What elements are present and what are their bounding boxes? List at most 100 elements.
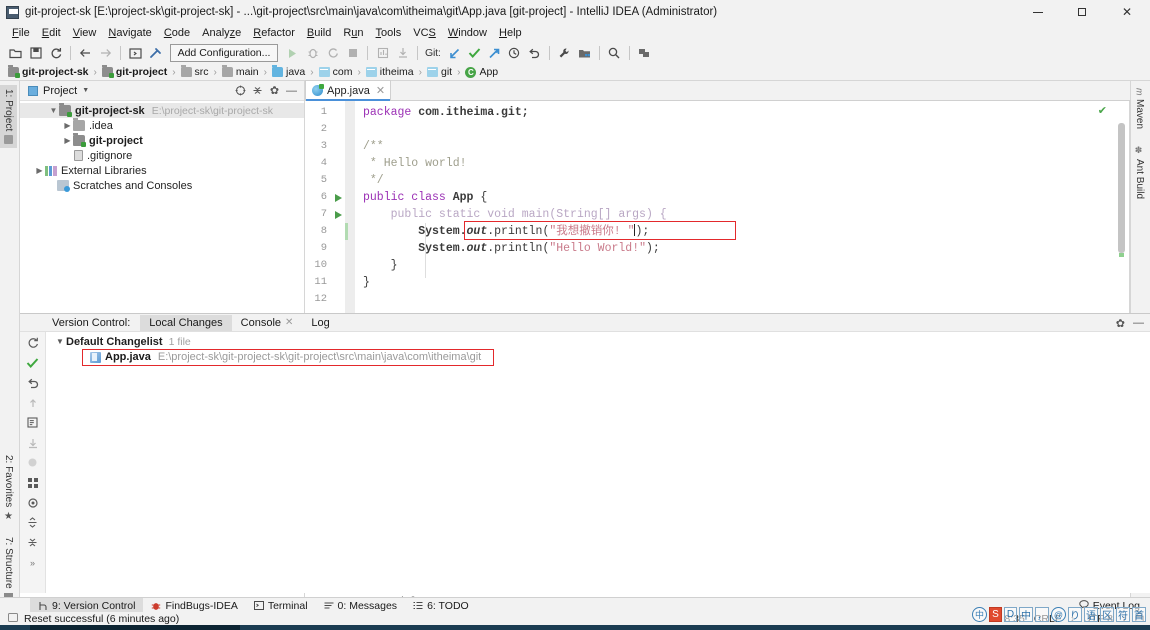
hide-panel-icon[interactable]: — [1133, 317, 1144, 329]
refresh-icon[interactable] [24, 335, 42, 350]
menu-refactor[interactable]: Refactor [247, 26, 301, 40]
tab-console[interactable]: Console ✕ [232, 315, 303, 331]
collapse-all-icon[interactable] [249, 82, 266, 99]
diff-icon[interactable] [24, 415, 42, 430]
profiler-icon[interactable] [373, 44, 392, 63]
locate-icon[interactable] [232, 82, 249, 99]
chevron-down-icon[interactable]: ▼ [82, 87, 89, 94]
breadcrumb-item-itheima[interactable]: itheima [365, 66, 414, 78]
ime-region-button[interactable]: 区 [1100, 607, 1114, 622]
close-button[interactable]: ✕ [1104, 0, 1150, 24]
changed-line-marker[interactable] [345, 223, 348, 240]
save-all-icon[interactable] [26, 44, 45, 63]
menu-edit[interactable]: Edit [36, 26, 67, 40]
tree-item-git-project[interactable]: ▶ git-project [20, 133, 304, 148]
rollback-icon[interactable] [24, 375, 42, 390]
more-icon[interactable]: » [24, 555, 42, 570]
settings-wrench-icon[interactable] [555, 44, 574, 63]
git-push-icon[interactable] [485, 44, 504, 63]
menu-navigate[interactable]: Navigate [102, 26, 157, 40]
revert-icon[interactable] [525, 44, 544, 63]
ime-sogou-d-icon[interactable]: D [1004, 607, 1017, 622]
ime-language-tool-button[interactable]: 语 [1084, 607, 1098, 622]
chevron-right-icon[interactable]: ▶ [62, 133, 73, 148]
search-everywhere-icon[interactable] [605, 44, 624, 63]
run-icon[interactable] [283, 44, 302, 63]
move-to-changelist-icon[interactable] [24, 475, 42, 490]
breadcrumb-item-app[interactable]: C App [465, 66, 498, 78]
debug-icon[interactable] [303, 44, 322, 63]
menu-window[interactable]: Window [442, 26, 493, 40]
menu-view[interactable]: View [67, 26, 103, 40]
settings-gear-icon[interactable]: ✿ [1116, 317, 1125, 330]
run-coverage-icon[interactable] [323, 44, 342, 63]
menu-file[interactable]: File [6, 26, 36, 40]
changed-file-row[interactable]: App.java E:\project-sk\git-project-sk\gi… [46, 349, 1150, 365]
preview-diff-icon[interactable] [24, 495, 42, 510]
menu-build[interactable]: Build [301, 26, 337, 40]
breadcrumb-item-git[interactable]: git [427, 66, 452, 78]
collapse-all-icon[interactable] [24, 535, 42, 550]
expand-all-icon[interactable] [24, 515, 42, 530]
menu-analyze[interactable]: Analyze [196, 26, 247, 40]
menu-run[interactable]: Run [337, 26, 369, 40]
tree-item-git-project-sk[interactable]: ▼ git-project-sk E:\project-sk\git-proje… [20, 103, 304, 118]
tree-item-gitignore[interactable]: .gitignore [20, 148, 304, 163]
run-configuration-selector[interactable]: Add Configuration... [170, 44, 278, 62]
close-icon[interactable]: ✕ [376, 84, 385, 97]
build-hammer-icon[interactable] [146, 44, 165, 63]
sidebar-item-maven[interactable]: m Maven [1131, 85, 1148, 132]
run-method-marker[interactable] [331, 206, 345, 223]
breadcrumb-item-main[interactable]: main [221, 65, 259, 78]
editor-tab-appjava[interactable]: App.java ✕ [305, 80, 392, 101]
breadcrumb-item-java[interactable]: java [272, 65, 305, 78]
stop-icon[interactable] [343, 44, 362, 63]
shelve-icon[interactable] [24, 395, 42, 410]
settings-gear-icon[interactable]: ✿ [266, 82, 283, 99]
menu-code[interactable]: Code [158, 26, 196, 40]
ime-language-button[interactable]: 中 [972, 607, 987, 622]
forward-arrow-icon[interactable] [96, 44, 115, 63]
sidebar-item-favorites[interactable]: 2: Favorites ★ [0, 451, 17, 524]
tab-local-changes[interactable]: Local Changes [140, 314, 232, 331]
ime-ri-button[interactable]: り [1068, 607, 1082, 622]
history-icon[interactable] [505, 44, 524, 63]
maximize-button[interactable] [1060, 0, 1104, 24]
database-icon[interactable] [635, 44, 654, 63]
git-update-icon[interactable] [445, 44, 464, 63]
open-project-icon[interactable] [6, 44, 25, 63]
menu-help[interactable]: Help [493, 26, 528, 40]
close-icon[interactable]: ✕ [285, 317, 293, 328]
editor-scrollbar[interactable] [1118, 123, 1125, 253]
project-structure-icon[interactable] [575, 44, 594, 63]
minimize-button[interactable] [1016, 0, 1060, 24]
menu-tools[interactable]: Tools [370, 26, 408, 40]
chevron-right-icon[interactable]: ▶ [34, 163, 45, 178]
taskbar-item[interactable] [30, 625, 240, 630]
changelist-row[interactable]: ▼ Default Changelist 1 file [46, 334, 1150, 349]
download-icon[interactable] [393, 44, 412, 63]
ime-at-button[interactable]: @ [1051, 607, 1066, 622]
breadcrumb-item-git-project[interactable]: git-project [101, 65, 167, 78]
tab-log[interactable]: Log [302, 315, 338, 331]
commit-checkmark-icon[interactable] [24, 355, 42, 370]
breadcrumb-item-git-project-sk[interactable]: git-project-sk [8, 65, 89, 78]
chevron-down-icon[interactable]: ▼ [48, 103, 59, 118]
chevron-down-icon[interactable]: ▼ [54, 337, 66, 346]
delete-icon[interactable] [24, 455, 42, 470]
hide-panel-icon[interactable]: — [283, 82, 300, 99]
inspection-ok-icon[interactable]: ✔ [1098, 104, 1107, 117]
tree-item-scratches-and-consoles[interactable]: Scratches and Consoles [20, 178, 304, 193]
status-message[interactable]: Reset successful (6 minutes ago) [24, 613, 179, 625]
git-commit-icon[interactable] [465, 44, 484, 63]
chevron-right-icon[interactable]: ▶ [62, 118, 73, 133]
sidebar-item-project[interactable]: 1: Project [0, 85, 17, 149]
menu-vcs[interactable]: VCS [407, 26, 442, 40]
sync-icon[interactable] [46, 44, 65, 63]
get-icon[interactable] [24, 435, 42, 450]
run-class-marker[interactable] [331, 189, 345, 206]
tree-item-idea[interactable]: ▶ .idea [20, 118, 304, 133]
ime-punctuation-button[interactable]: ， [1035, 607, 1049, 622]
ime-menu-button[interactable]: 首 [1132, 607, 1146, 622]
sidebar-item-ant-build[interactable]: ✽ Ant Build [1131, 143, 1148, 202]
